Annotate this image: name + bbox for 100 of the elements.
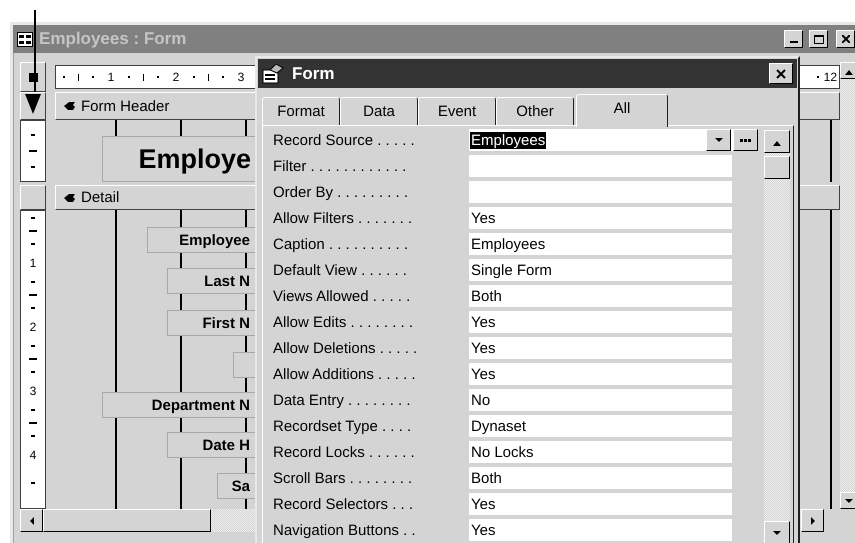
scroll-left-button[interactable] [20,509,43,532]
property-value: Employees [470,132,546,148]
property-label[interactable]: Allow Edits . . . . . . . . [273,314,469,330]
ellipsis-icon [740,138,751,142]
property-label[interactable]: Allow Additions . . . . . [273,366,469,382]
form-icon [17,32,33,46]
field-label[interactable]: Date H [167,432,256,458]
property-field[interactable]: Employees [469,129,758,151]
dropdown-button[interactable] [706,129,731,151]
field-label[interactable]: Sa [217,473,256,499]
property-field[interactable]: Yes [469,363,732,385]
ruler-number: 1 [30,256,36,270]
hand-pointer-icon [64,101,75,111]
property-value: No Locks [470,444,535,460]
property-label[interactable]: Scroll Bars . . . . . . . . [273,470,469,486]
property-value: Dynaset [470,418,528,434]
property-field[interactable]: Yes [469,207,732,229]
ruler-number: 3 [238,70,244,84]
ruler-number: 2 [172,70,180,84]
property-field[interactable]: Both [469,285,732,307]
window-title: Employees : Form [39,29,188,49]
property-value: Both [470,470,503,486]
property-label[interactable]: Order By . . . . . . . . . [273,184,469,200]
property-label[interactable]: Record Locks . . . . . . [273,444,469,460]
tab[interactable]: Format [262,97,340,125]
property-scrollbar[interactable] [764,130,790,543]
field-label[interactable]: Last N [167,268,256,294]
tab[interactable]: Event [418,97,496,125]
tab[interactable]: Other [496,97,574,125]
close-icon [776,68,786,78]
maximize-icon [814,34,824,44]
property-label[interactable]: Default View . . . . . . [273,262,469,278]
dialog-title: Form [292,64,336,84]
property-label[interactable]: Recordset Type . . . . [273,418,469,434]
field-label[interactable]: Employee [147,227,256,253]
close-icon [842,35,850,43]
form-selector[interactable] [20,62,46,92]
section-title: Form Header [81,98,170,114]
hand-pointer-icon [64,192,75,202]
property-label[interactable]: Allow Deletions . . . . . [273,340,469,356]
ruler-number: 2 [30,320,36,334]
field-label[interactable]: Department N [102,392,256,418]
close-button[interactable] [769,63,793,84]
field-label[interactable]: First N [167,310,256,336]
close-button[interactable] [836,30,855,48]
property-value: No [470,392,492,408]
vertical-ruler [20,120,46,182]
down-arrow-icon [844,496,852,504]
property-field[interactable]: Yes [469,493,732,515]
property-value: Yes [470,340,496,356]
ruler-number: 3 [30,384,36,398]
ruler-number: 4 [30,448,36,462]
section-selector[interactable] [20,92,46,120]
build-button[interactable] [733,129,758,151]
right-arrow-icon [808,516,816,524]
scroll-thumb[interactable] [43,509,211,532]
property-field[interactable] [469,155,732,177]
scroll-up-button[interactable] [840,62,855,79]
property-value: Yes [470,210,496,226]
property-field[interactable]: Dynaset [469,415,732,437]
property-field[interactable]: Employees [469,233,732,255]
property-label[interactable]: Data Entry . . . . . . . . [273,392,469,408]
property-label[interactable]: Allow Filters . . . . . . . [273,210,469,226]
property-field[interactable]: No Locks [469,441,732,463]
property-label[interactable]: Navigation Buttons . . [273,522,469,538]
property-label[interactable]: Record Selectors . . . [273,496,469,512]
property-field[interactable]: No [469,389,732,411]
scroll-right-button[interactable] [801,509,824,532]
ruler-number: 12 [824,70,837,84]
vertical-scrollbar[interactable] [840,62,855,509]
property-label[interactable]: Caption . . . . . . . . . . [273,236,469,252]
scroll-down-button[interactable] [840,492,855,509]
scroll-down-button[interactable] [764,521,790,543]
property-value: Both [470,288,503,304]
property-label[interactable]: Views Allowed . . . . . [273,288,469,304]
property-field[interactable]: Both [469,467,732,489]
property-field[interactable]: Yes [469,519,732,541]
scroll-thumb[interactable] [764,156,790,179]
property-field[interactable]: Yes [469,337,732,359]
scroll-up-button[interactable] [764,130,790,153]
ruler-number: 1 [108,70,114,84]
property-field[interactable]: Yes [469,311,732,333]
property-label[interactable]: Filter . . . . . . . . . . . . [273,158,469,174]
minimize-button[interactable] [784,30,803,48]
property-field[interactable]: Single Form [469,259,732,281]
property-value: Yes [470,522,496,538]
tab[interactable]: All [576,94,668,127]
maximize-button[interactable] [809,30,828,48]
left-arrow-icon [28,516,36,524]
down-triangle-icon [25,94,41,114]
tab[interactable]: Data [340,97,418,125]
field-label[interactable] [233,352,256,378]
property-label[interactable]: Record Source . . . . . [273,132,469,148]
down-arrow-icon [714,136,722,144]
section-title: Detail [81,189,120,206]
property-value: Employees [470,236,546,252]
property-value: Yes [470,496,496,512]
property-field[interactable] [469,181,732,203]
section-selector[interactable] [20,185,46,210]
title-label[interactable]: Employe [102,136,256,182]
